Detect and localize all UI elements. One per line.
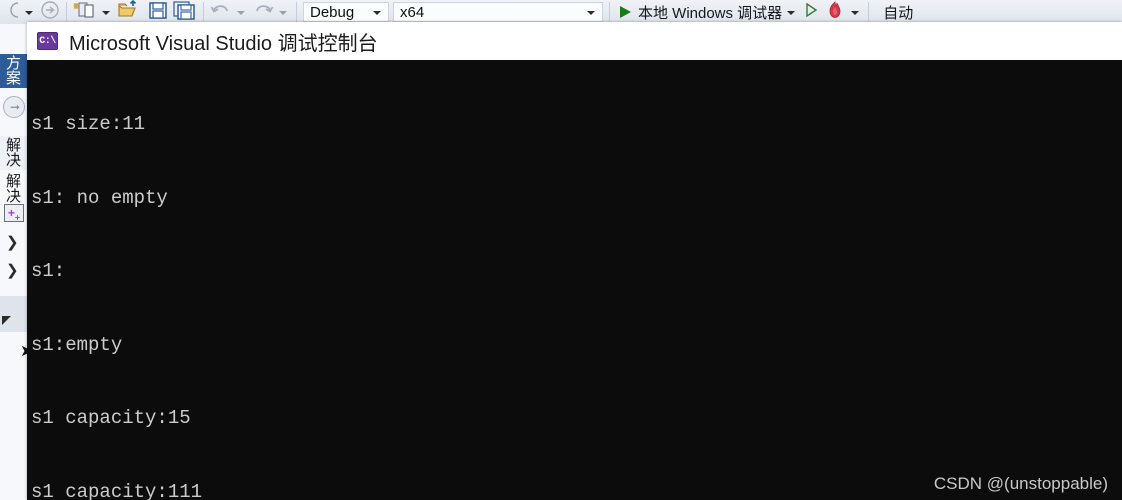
toolbar-separator	[296, 2, 297, 22]
save-icon[interactable]	[147, 0, 169, 24]
console-line: s1 capacity:15	[31, 407, 191, 429]
solution-tab-label: 方案	[5, 55, 21, 87]
solution-explorer-header-1[interactable]: 解决	[0, 136, 27, 170]
navigate-forward-icon[interactable]	[40, 0, 60, 24]
platform-dropdown-icon[interactable]	[587, 11, 595, 15]
redo-dropdown-icon[interactable]	[279, 11, 287, 15]
auto-combobox-label[interactable]: 自动	[873, 2, 913, 23]
run-without-debugging-icon[interactable]	[802, 1, 820, 23]
platform-combobox[interactable]: x64	[393, 2, 603, 22]
console-window-icon: C:\	[37, 32, 58, 50]
toolbar-separator	[868, 2, 870, 22]
redo-icon[interactable]	[252, 0, 274, 24]
console-line: s1:	[31, 260, 66, 282]
open-file-icon[interactable]	[117, 0, 143, 24]
start-debugging-label[interactable]: 本地 Windows 调试器	[636, 2, 784, 23]
new-item-dropdown-icon[interactable]	[102, 11, 110, 15]
debug-console-window[interactable]: C:\ Microsoft Visual Studio 调试控制台 s1 siz…	[27, 22, 1122, 500]
rail-divider-band	[0, 296, 27, 332]
solution-explorer-label-2: 解决	[5, 173, 21, 205]
start-debugging-dropdown-icon[interactable]	[787, 11, 796, 15]
undo-dropdown-icon[interactable]	[237, 11, 245, 15]
arrow-circle-right-icon[interactable]: ➞	[3, 96, 25, 118]
vs-left-rail: 方案 ➞ 解决 解决 ++ ❯ ❯ ➤	[0, 24, 33, 500]
platform-value: x64	[400, 3, 425, 21]
add-plus-icon[interactable]: ++	[4, 204, 24, 222]
console-line: s1:empty	[31, 333, 123, 356]
save-all-icon[interactable]	[173, 0, 197, 24]
toolbar-separator	[66, 2, 67, 22]
navigate-back-icon[interactable]	[8, 1, 20, 23]
hot-reload-dropdown-icon[interactable]	[851, 11, 860, 15]
configuration-combobox[interactable]: Debug	[303, 2, 389, 22]
toolbar-separator	[203, 2, 204, 22]
collapse-triangle-icon[interactable]	[2, 316, 11, 325]
chevron-right-icon-1[interactable]: ❯	[6, 235, 19, 250]
console-line: s1: no empty	[31, 186, 168, 209]
start-debugging-play-icon[interactable]	[620, 6, 631, 18]
chevron-right-icon-2[interactable]: ❯	[6, 263, 19, 278]
navigate-back-dropdown-icon[interactable]	[25, 11, 33, 15]
csdn-watermark: CSDN @(unstoppable)	[933, 474, 1108, 493]
console-titlebar[interactable]: C:\ Microsoft Visual Studio 调试控制台	[27, 22, 1122, 60]
vs-toolbar: Debug x64 本地 Windows 调试器 自动	[0, 0, 1122, 24]
configuration-value: Debug	[310, 3, 355, 21]
solution-explorer-label-1: 解决	[5, 137, 21, 169]
undo-icon[interactable]	[210, 0, 232, 24]
solution-explorer-header-2[interactable]: 解决	[0, 172, 27, 206]
console-output-text: s1 size:11 s1: no empty s1: s1:empty s1 …	[31, 63, 1122, 500]
solution-tab[interactable]: 方案	[0, 54, 27, 88]
new-item-icon[interactable]	[73, 0, 97, 24]
console-window-title: Microsoft Visual Studio 调试控制台	[69, 32, 378, 55]
hot-reload-flame-icon[interactable]	[824, 0, 846, 24]
console-line: s1 size:11	[31, 113, 146, 135]
console-output-area[interactable]: s1 size:11 s1: no empty s1: s1:empty s1 …	[27, 60, 1122, 500]
configuration-dropdown-icon[interactable]	[373, 11, 381, 15]
toolbar-separator	[609, 2, 610, 22]
